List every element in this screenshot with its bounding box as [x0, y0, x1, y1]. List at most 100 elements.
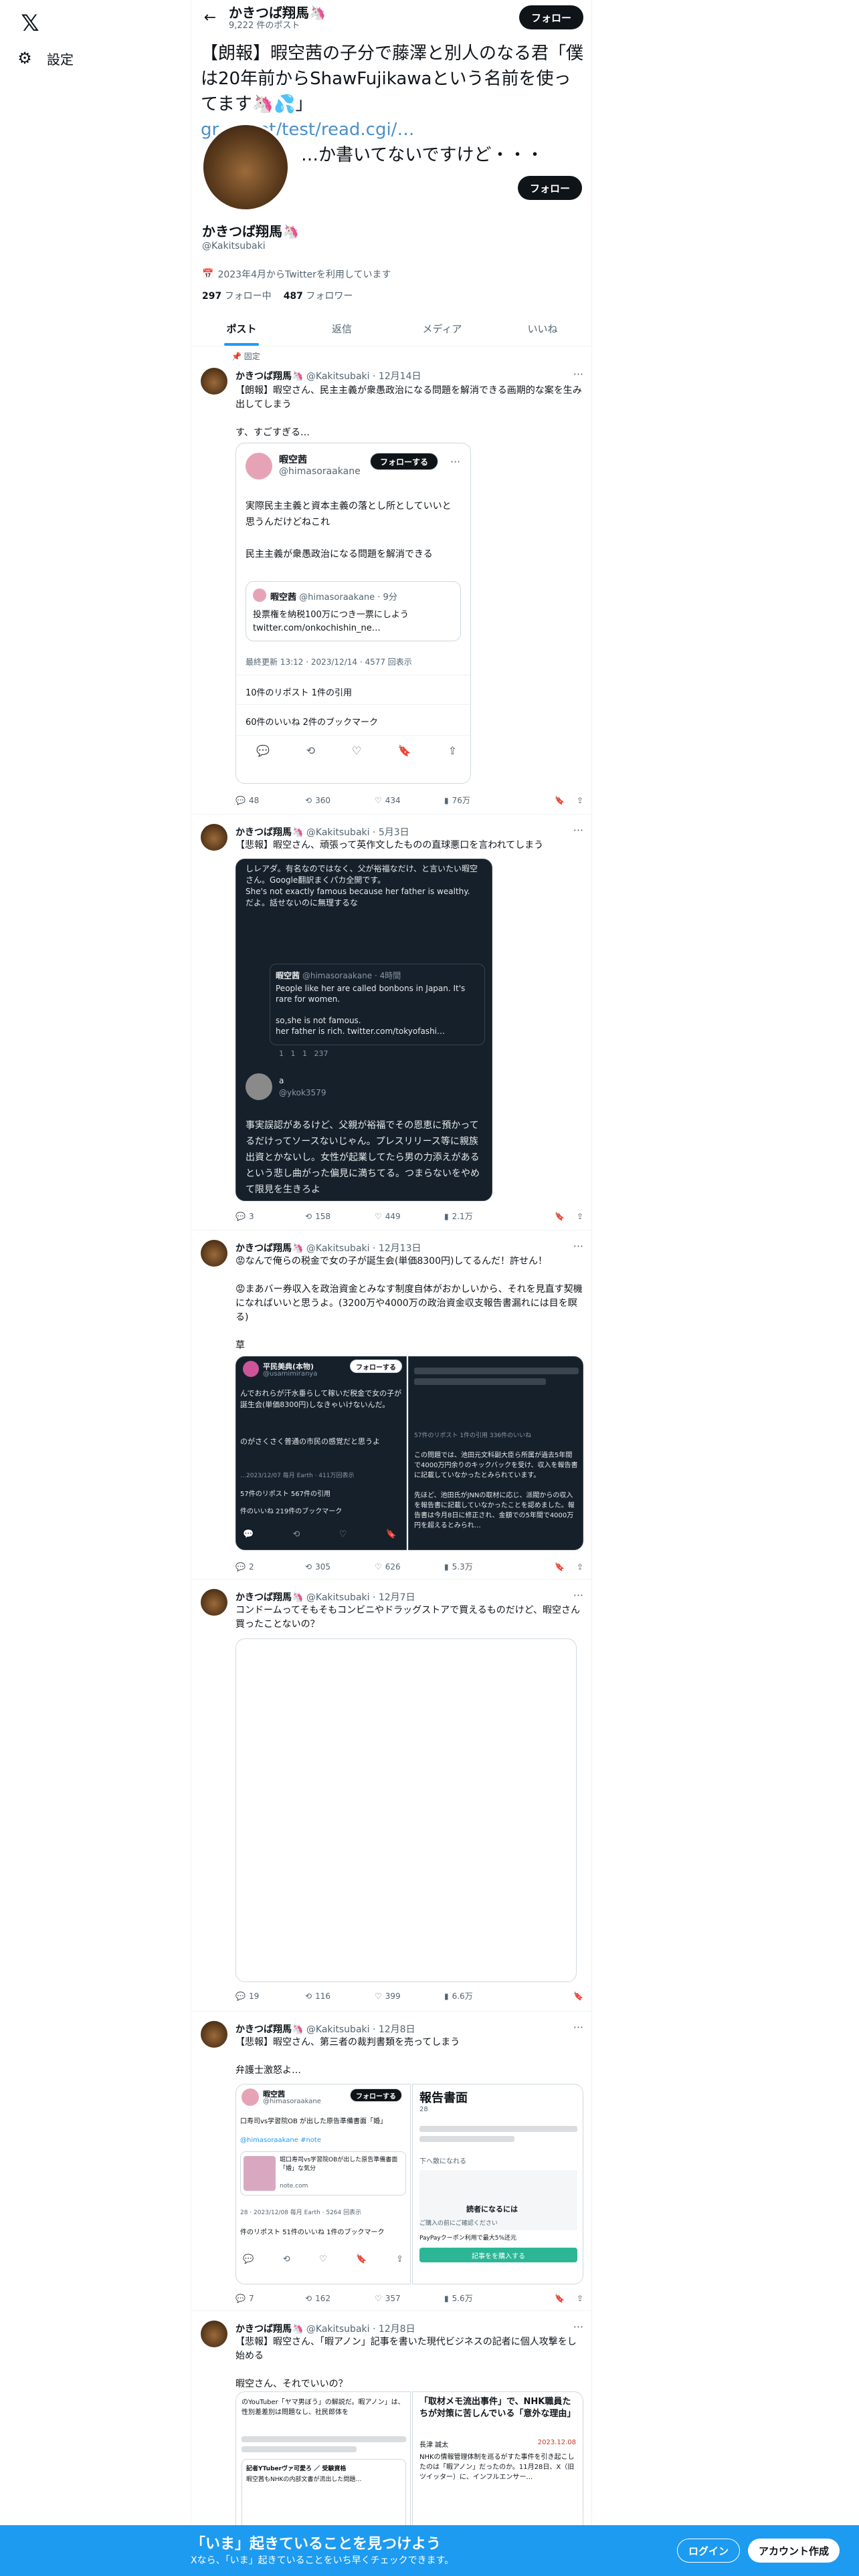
- bookmark-icon[interactable]: 🔖: [555, 1212, 565, 1221]
- retweet-count: 158: [315, 1211, 330, 1221]
- login-button[interactable]: ログイン: [677, 2539, 741, 2563]
- quote-card[interactable]: 暇空茜 @himasoraakane フォローする ··· 実際民主主義と資本主…: [235, 443, 471, 784]
- reply-count: 19: [248, 1991, 260, 2001]
- reply-button[interactable]: 💬 7: [235, 2294, 305, 2303]
- tweet[interactable]: かきつば翔馬🦄 @Kakitsubaki · 12月13日 ··· 😡なんで俺ら…: [191, 1230, 591, 1580]
- avatar[interactable]: [201, 2321, 227, 2347]
- bookmark-icon[interactable]: 🔖: [555, 796, 565, 805]
- avatar[interactable]: [201, 368, 227, 395]
- retweet-button[interactable]: ⟲ 158: [305, 1212, 375, 1221]
- quote-follow-button[interactable]: フォローする: [370, 453, 439, 470]
- followers-link[interactable]: 487 フォロワー: [284, 289, 353, 302]
- bookmark-icon[interactable]: 🔖: [555, 1562, 565, 1572]
- like-button[interactable]: ♡ 626: [375, 1562, 444, 1572]
- retweet-button[interactable]: ⟲ 116: [305, 1992, 375, 2001]
- tweet-author[interactable]: かきつば翔馬🦄: [235, 2324, 303, 2335]
- tweet[interactable]: かきつば翔馬🦄 @Kakitsubaki · 12月8日 ··· 【悲報】暇空さ…: [191, 2012, 591, 2311]
- share-icon[interactable]: ⇪: [577, 796, 583, 805]
- x-logo-icon[interactable]: 𝕏: [15, 8, 45, 39]
- img-handle: @himasoraakane: [263, 2098, 321, 2105]
- image-right[interactable]: 57件のリポスト 1件の引用 336件のいいね この問題では、池田元文科副大臣ら…: [408, 1356, 583, 1550]
- more-icon[interactable]: ···: [573, 1240, 583, 1253]
- reply-button[interactable]: 💬 19: [235, 1992, 305, 2001]
- views-button[interactable]: ▮ 6.6万: [444, 1990, 514, 2002]
- image-right[interactable]: 報告書面 28 下へ散になれる 読者になるには ご購入の前にご確認ください Pa…: [412, 2084, 583, 2284]
- img-follow: フォローする: [350, 1360, 402, 1373]
- share-icon[interactable]: ⇪: [577, 1212, 583, 1221]
- tweet-author[interactable]: かきつば翔馬🦄: [235, 1243, 303, 1254]
- reply-button[interactable]: 💬 48: [235, 796, 305, 805]
- retweet-icon: ⟲: [292, 1529, 300, 1539]
- signup-button[interactable]: アカウント作成: [748, 2539, 840, 2563]
- like-button[interactable]: ♡ 434: [375, 796, 444, 805]
- inner-text: 投票権を納税100万につき一票にしよう twitter.com/onkochis…: [253, 610, 409, 633]
- img-avatar: [243, 1361, 259, 1377]
- retweet-button[interactable]: ⟲ 162: [305, 2294, 375, 2303]
- retweet-icon[interactable]: ⟲: [306, 744, 315, 757]
- screenshot-image[interactable]: しレアダ。有名なのではなく、父が裕福なだけ、と言いたい暇空さん。Google翻訳…: [235, 859, 492, 1201]
- tweet-author[interactable]: かきつば翔馬🦄: [235, 827, 303, 838]
- share-icon[interactable]: ⇪: [577, 1562, 583, 1572]
- bookmark-icon[interactable]: 🔖: [573, 1992, 583, 2001]
- inner-quote[interactable]: 暇空茜 @himasoraakane · 9分 投票権を納税100万につき一票に…: [246, 581, 461, 641]
- more-icon[interactable]: ···: [573, 2321, 583, 2333]
- like-button[interactable]: ♡ 449: [375, 1212, 444, 1221]
- avatar[interactable]: [201, 2021, 227, 2048]
- shot-reply-avatar: [246, 1073, 272, 1100]
- like-icon: ♡: [339, 1529, 347, 1539]
- back-arrow-icon[interactable]: ←: [191, 0, 229, 35]
- image-left[interactable]: 暇空茜 @himasoraakane フォローする 口寿司vs学習院OB が出し…: [235, 2084, 411, 2284]
- bookmark-icon[interactable]: 🔖: [555, 2294, 565, 2303]
- like-button[interactable]: ♡ 399: [375, 1992, 444, 2001]
- tweet-image[interactable]: [235, 1638, 577, 1982]
- share-icon[interactable]: ⇪: [577, 2294, 583, 2303]
- tweet[interactable]: かきつば翔馬🦄 @Kakitsubaki · 5月3日 ··· 【悲報】暇空さん…: [191, 815, 591, 1230]
- bookmark-icon[interactable]: 🔖: [398, 744, 411, 757]
- more-icon[interactable]: ···: [573, 368, 583, 381]
- profile-stats: 297 フォロー中 487 フォロワー: [202, 289, 353, 302]
- tweet-author[interactable]: かきつば翔馬🦄: [235, 1592, 303, 1603]
- retweet-button[interactable]: ⟲ 360: [305, 796, 375, 805]
- tweet-header: かきつば翔馬🦄 @Kakitsubaki · 12月8日: [235, 2022, 415, 2036]
- views-button[interactable]: ▮ 76万: [444, 794, 514, 806]
- img-right-notice: ご購入の前にご確認ください: [419, 2220, 498, 2227]
- avatar[interactable]: [201, 1589, 227, 1616]
- quote-reposts[interactable]: 10件のリポスト 1件の引用: [246, 685, 352, 698]
- like-button[interactable]: ♡ 357: [375, 2294, 444, 2303]
- tab-posts[interactable]: ポスト: [191, 311, 292, 346]
- nav-item-settings[interactable]: ⚙ 設定: [16, 44, 74, 72]
- tweet-author[interactable]: かきつば翔馬🦄: [235, 2024, 303, 2035]
- share-icon[interactable]: ⇪: [448, 744, 457, 757]
- reply-icon[interactable]: 💬: [256, 744, 270, 757]
- avatar[interactable]: [201, 1240, 227, 1267]
- tab-replies[interactable]: 返信: [292, 311, 392, 346]
- views-button[interactable]: ▮ 5.3万: [444, 1561, 514, 1572]
- profile-handle: @Kakitsubaki: [202, 241, 266, 251]
- retweet-button[interactable]: ⟲ 305: [305, 1562, 375, 1572]
- more-icon[interactable]: ···: [573, 2021, 583, 2034]
- tweet-actions: 💬 3 ⟲ 158 ♡ 449 ▮ 2.1万 🔖 ⇪: [235, 1210, 583, 1222]
- image-left[interactable]: 平民美典(本物) @usamimiranya フォローする んでおれらが汗水垂ら…: [235, 1356, 407, 1550]
- following-link[interactable]: 297 フォロー中: [202, 289, 272, 302]
- more-icon[interactable]: ···: [573, 1589, 583, 1602]
- avatar[interactable]: [201, 824, 227, 851]
- tweet[interactable]: かきつば翔馬🦄 @Kakitsubaki · 12月7日 ··· コンドームって…: [191, 1580, 591, 2012]
- tweet[interactable]: 📌 固定 かきつば翔馬🦄 @Kakitsubaki · 12月14日 ··· 【…: [191, 346, 591, 815]
- tweet-author[interactable]: かきつば翔馬🦄: [235, 371, 303, 382]
- quote-more-icon[interactable]: ···: [450, 455, 460, 468]
- tab-media[interactable]: メディア: [392, 311, 492, 346]
- tweet-handle: @Kakitsubaki · 12月8日: [306, 2024, 415, 2035]
- views-button[interactable]: ▮ 2.1万: [444, 1210, 514, 1222]
- views-button[interactable]: ▮ 5.6万: [444, 2292, 514, 2304]
- follow-button-top[interactable]: フォロー: [518, 5, 583, 29]
- like-icon[interactable]: ♡: [352, 744, 361, 757]
- profile-avatar[interactable]: [201, 122, 290, 212]
- more-icon[interactable]: ···: [573, 824, 583, 837]
- reply-button[interactable]: 💬 2: [235, 1562, 305, 1572]
- reply-button[interactable]: 💬 3: [235, 1212, 305, 1221]
- tweet-text: 【悲報】暇空さん、「暇アノン」記事を書いた現代ビジネスの記者に個人攻撃をし始める…: [235, 2337, 577, 2389]
- quote-likes[interactable]: 60件のいいね 2件のブックマーク: [246, 715, 378, 728]
- follow-button[interactable]: フォロー: [517, 176, 582, 200]
- shot-quote: 暇空茜 @himasoraakane · 4時間 People like her…: [270, 964, 485, 1045]
- tab-likes[interactable]: いいね: [492, 311, 591, 346]
